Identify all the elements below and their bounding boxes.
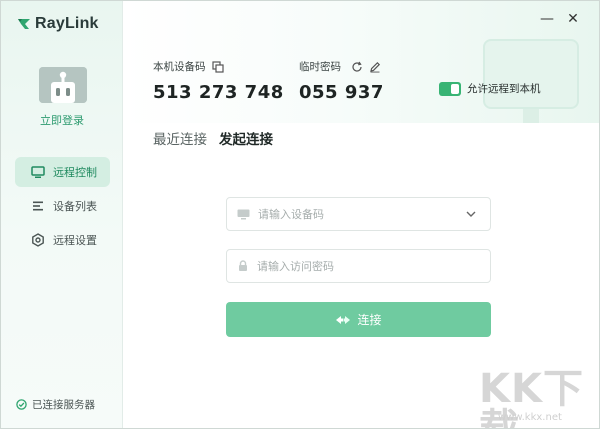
sidebar-item-label: 远程控制 bbox=[53, 166, 97, 179]
server-status: 已连接服务器 bbox=[16, 397, 95, 412]
sidebar: RayLink 立即登录 远程控制 设备列表 远程设置 已连接服务器 bbox=[1, 1, 123, 428]
hexagon-settings-icon bbox=[32, 233, 44, 247]
sidebar-nav: 远程控制 设备列表 远程设置 bbox=[15, 157, 110, 259]
monitor-icon bbox=[31, 166, 45, 178]
chevron-down-icon[interactable] bbox=[464, 207, 478, 221]
refresh-icon[interactable] bbox=[351, 61, 363, 73]
sidebar-item-device-list[interactable]: 设备列表 bbox=[15, 191, 110, 221]
device-code-block: 本机设备码 513 273 748 bbox=[153, 59, 284, 103]
tab-recent-connections[interactable]: 最近连接 bbox=[153, 128, 207, 148]
access-password-field[interactable] bbox=[226, 249, 491, 283]
device-code-value: 513 273 748 bbox=[153, 82, 284, 103]
sidebar-item-label: 远程设置 bbox=[53, 234, 97, 247]
close-button[interactable]: ✕ bbox=[565, 11, 581, 27]
sidebar-item-remote-settings[interactable]: 远程设置 bbox=[15, 225, 110, 255]
app-logo: RayLink bbox=[17, 15, 99, 33]
connect-button-label: 连接 bbox=[357, 313, 382, 327]
app-name: RayLink bbox=[35, 15, 99, 32]
tab-initiate-connection[interactable]: 发起连接 bbox=[219, 128, 273, 148]
decorative-monitor-stand bbox=[523, 109, 539, 123]
monitor-icon bbox=[237, 209, 250, 219]
connection-tabs: 最近连接 发起连接 bbox=[153, 128, 273, 148]
login-link[interactable]: 立即登录 bbox=[1, 112, 123, 128]
allow-remote-toggle[interactable] bbox=[439, 81, 461, 96]
raylink-logo-icon bbox=[18, 19, 30, 29]
watermark-url: www.kkx.net bbox=[498, 412, 562, 423]
lock-icon bbox=[239, 260, 247, 271]
minimize-button[interactable]: — bbox=[539, 11, 555, 27]
temp-password-label: 临时密码 bbox=[299, 61, 341, 73]
server-status-text: 已连接服务器 bbox=[32, 399, 95, 411]
edit-pencil-icon[interactable] bbox=[369, 61, 381, 73]
copy-icon[interactable] bbox=[211, 60, 224, 73]
robot-avatar-icon bbox=[39, 67, 87, 103]
check-circle-icon bbox=[16, 399, 27, 410]
list-icon bbox=[33, 201, 43, 211]
sidebar-item-label: 设备列表 bbox=[53, 200, 97, 213]
device-code-input[interactable] bbox=[258, 207, 456, 221]
temp-password-block: 临时密码 055 937 bbox=[299, 59, 384, 103]
device-code-label: 本机设备码 bbox=[153, 61, 206, 73]
avatar[interactable] bbox=[39, 67, 87, 103]
allow-remote-label: 允许远程到本机 bbox=[467, 83, 541, 95]
access-password-input[interactable] bbox=[257, 259, 490, 273]
connect-button[interactable]: 连接 bbox=[226, 302, 491, 337]
decorative-monitor-icon bbox=[483, 39, 579, 109]
temp-password-value: 055 937 bbox=[299, 82, 384, 103]
connect-arrows-icon bbox=[336, 315, 351, 324]
main-panel: — ✕ 本机设备码 513 273 748 临时密码 055 937 允许远程到… bbox=[123, 1, 599, 428]
app-window: RayLink 立即登录 远程控制 设备列表 远程设置 已连接服务器 — ✕ 本… bbox=[0, 0, 600, 429]
allow-remote-toggle-row: 允许远程到本机 bbox=[439, 81, 541, 96]
device-code-field[interactable] bbox=[226, 197, 491, 231]
sidebar-item-remote-control[interactable]: 远程控制 bbox=[15, 157, 110, 187]
